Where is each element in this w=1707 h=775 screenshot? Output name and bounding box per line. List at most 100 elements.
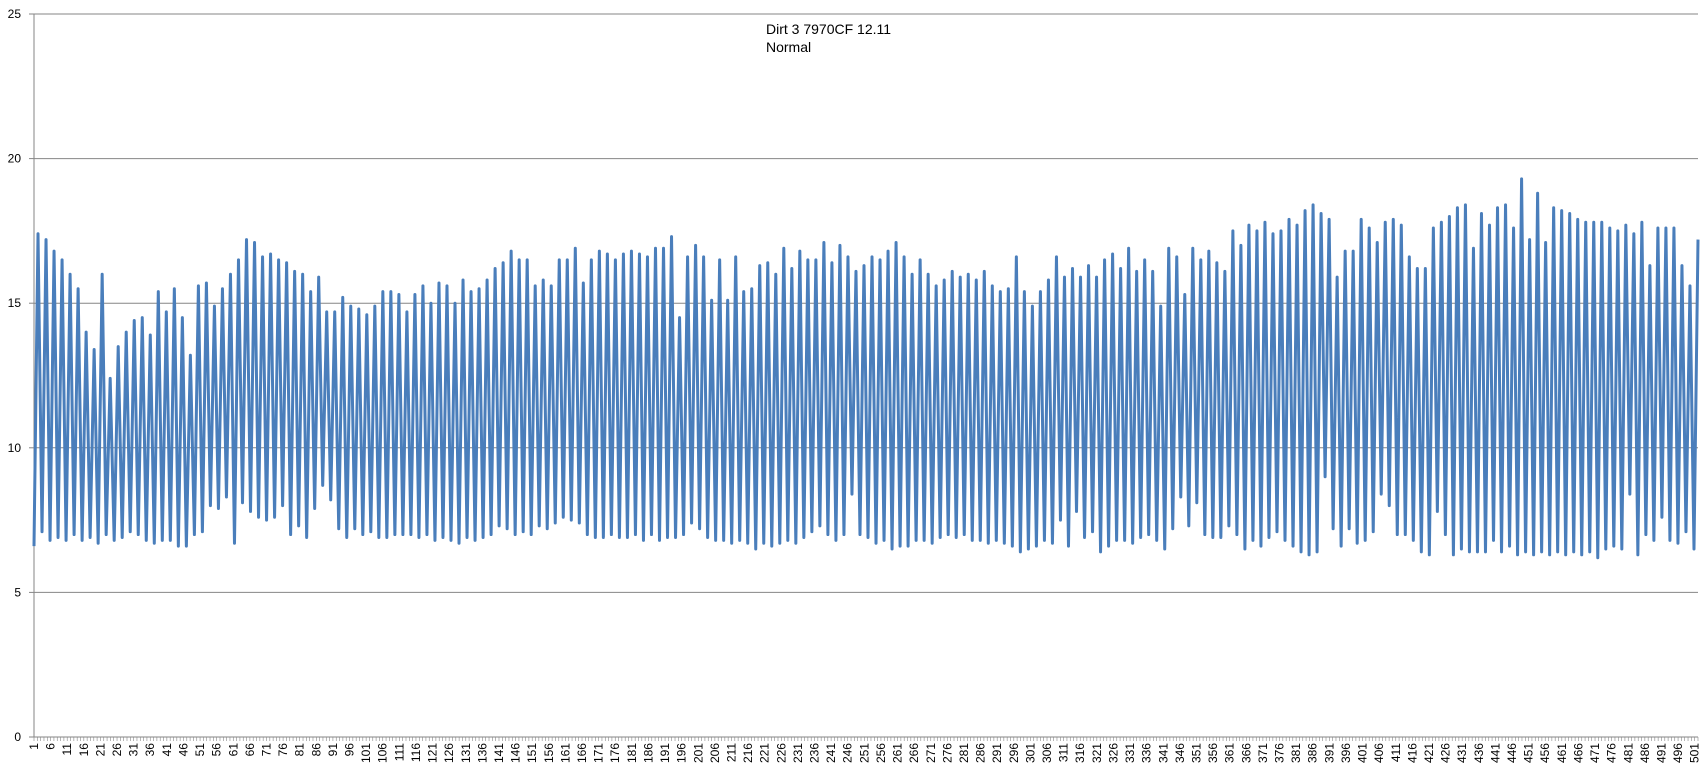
x-tick-label: 46 [176,743,190,757]
x-tick-label: 431 [1455,743,1469,763]
x-tick-label: 466 [1571,743,1585,763]
x-tick-label: 91 [326,743,340,757]
x-tick-label: 316 [1073,743,1087,763]
x-tick-label: 391 [1322,743,1336,763]
x-tick-label: 16 [77,743,91,757]
chart-subtitle: Normal [766,39,811,55]
x-tick-label: 81 [293,743,307,757]
x-tick-label: 376 [1273,743,1287,763]
line-chart: 05101520251 6 11 16 21 26 31 36 41 46 51 56 61 66 71 76… [0,0,1707,775]
x-tick-label: 26 [110,743,124,757]
x-tick-label: 381 [1289,743,1303,763]
x-tick-label: 86 [309,743,323,757]
x-tick-label: 396 [1339,743,1353,763]
x-tick-label: 121 [426,743,440,763]
x-tick-label: 221 [758,743,772,763]
x-tick-label: 236 [808,743,822,763]
x-tick-label: 386 [1306,743,1320,763]
x-tick-label: 251 [857,743,871,763]
x-tick-label: 276 [940,743,954,763]
x-tick-label: 271 [924,743,938,763]
x-tick-label: 421 [1422,743,1436,763]
x-tick-label: 96 [343,743,357,757]
x-tick-label: 6 [44,743,58,750]
y-tick-label: 20 [8,152,22,166]
x-tick-label: 161 [558,743,572,763]
x-tick-label: 501 [1688,743,1702,763]
x-tick-label: 476 [1605,743,1619,763]
x-tick-label: 151 [525,743,539,763]
x-tick-label: 436 [1472,743,1486,763]
x-tick-label: 126 [442,743,456,763]
x-tick-label: 181 [625,743,639,763]
x-tick-label: 351 [1189,743,1203,763]
x-tick-label: 61 [226,743,240,757]
x-tick-label: 141 [492,743,506,763]
x-tick-label: 111 [392,743,406,762]
x-tick-label: 416 [1405,743,1419,763]
x-tick-label: 231 [791,743,805,763]
x-tick-label: 361 [1223,743,1237,763]
x-tick-label: 301 [1023,743,1037,763]
x-tick-label: 356 [1206,743,1220,763]
x-tick-label: 66 [243,743,257,757]
x-tick-label: 331 [1123,743,1137,763]
x-tick-label: 481 [1621,743,1635,763]
x-tick-label: 496 [1671,743,1685,763]
x-tick-label: 306 [1040,743,1054,763]
x-tick-label: 326 [1106,743,1120,763]
x-tick-label: 406 [1372,743,1386,763]
x-tick-label: 226 [774,743,788,763]
x-tick-label: 211 [724,743,738,762]
x-tick-label: 216 [741,743,755,763]
x-tick-label: 106 [376,743,390,763]
x-tick-label: 196 [675,743,689,763]
x-tick-label: 71 [259,743,273,757]
x-tick-label: 21 [93,743,107,757]
x-tick-label: 256 [874,743,888,763]
x-tick-label: 291 [990,743,1004,763]
x-tick-label: 341 [1156,743,1170,763]
x-tick-label: 486 [1638,743,1652,763]
x-tick-label: 186 [641,743,655,763]
x-tick-label: 116 [409,743,423,762]
x-tick-label: 51 [193,743,207,757]
x-tick-label: 281 [957,743,971,763]
x-tick-label: 31 [127,743,141,757]
chart-container: 0 5 10 15 20 25 1 6 11 16 21 26 31 36 41 46 51 56 61 66 71 76… [0,0,1707,775]
x-tick-label: 261 [891,743,905,763]
x-tick-label: 241 [824,743,838,763]
y-tick-label: 15 [8,296,22,310]
y-tick-label: 25 [8,7,22,21]
chart-title: Dirt 3 7970CF 12.11 [766,21,891,37]
x-tick-label: 411 [1389,743,1403,762]
x-tick-label: 446 [1505,743,1519,763]
x-tick-label: 146 [509,743,523,763]
x-tick-label: 456 [1538,743,1552,763]
x-tick-label: 41 [160,743,174,757]
x-tick-label: 371 [1256,743,1270,763]
x-tick-label: 206 [708,743,722,763]
y-tick-label: 10 [8,441,22,455]
x-tick-label: 36 [143,743,157,757]
x-tick-label: 1 [27,743,41,750]
x-tick-label: 461 [1555,743,1569,763]
x-tick-label: 321 [1090,743,1104,763]
x-tick-label: 346 [1173,743,1187,763]
x-tick-label: 101 [359,743,373,763]
x-tick-label: 266 [907,743,921,763]
x-tick-label: 471 [1588,743,1602,763]
x-tick-label: 491 [1654,743,1668,763]
x-tick-label: 296 [1007,743,1021,763]
x-tick-label: 191 [658,743,672,763]
x-tick-label: 171 [592,743,606,763]
y-tick-label: 0 [14,730,21,744]
x-tick-label: 156 [542,743,556,763]
x-tick-label: 336 [1140,743,1154,763]
x-tick-label: 201 [691,743,705,763]
y-tick-label: 5 [14,585,21,599]
x-tick-label: 311 [1057,743,1071,762]
x-tick-label: 56 [210,743,224,757]
x-tick-label: 176 [608,743,622,763]
x-tick-label: 11 [60,743,74,756]
